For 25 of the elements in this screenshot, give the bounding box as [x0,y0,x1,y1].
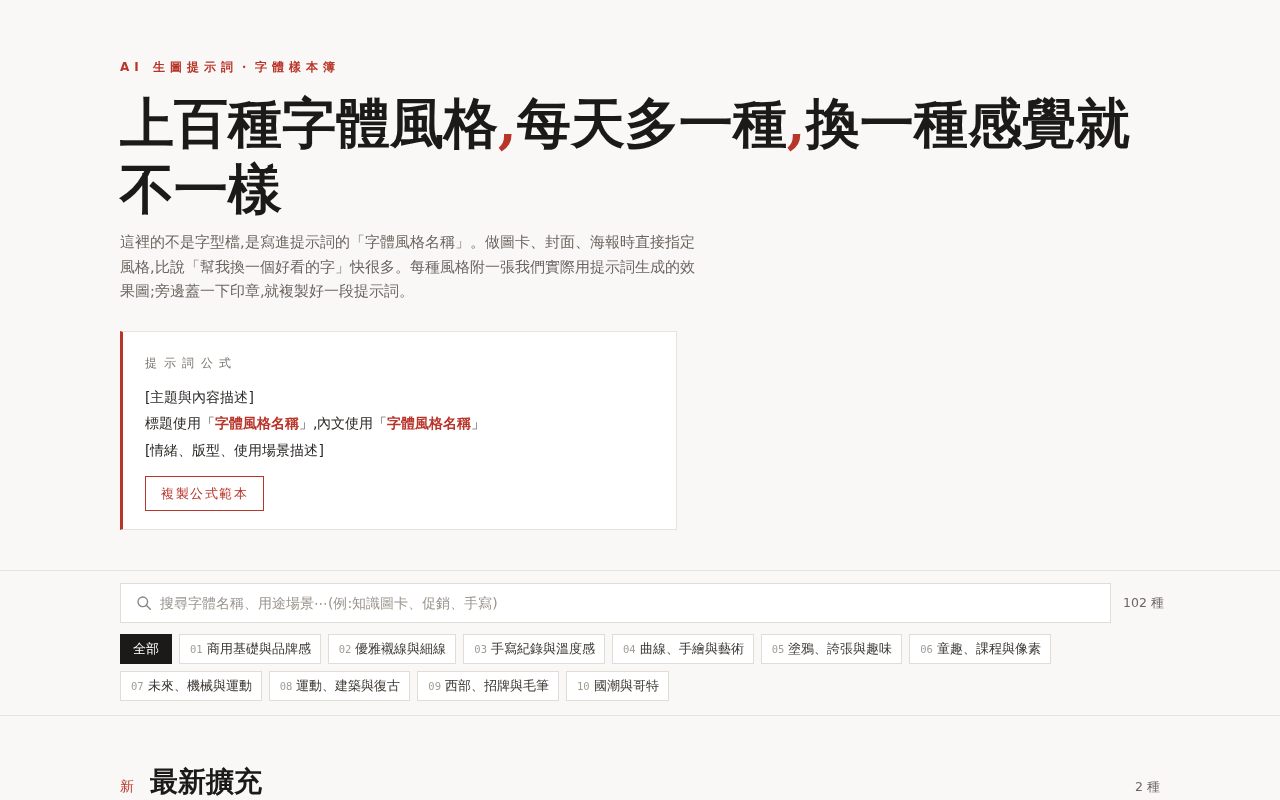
formula-line: [主題與內容描述] [145,387,254,407]
result-count: 102 種 [1123,594,1164,612]
copy-button[interactable]: 複製公式範本 [145,476,265,511]
filter-chip[interactable]: 10 國潮與哥特 [565,671,669,701]
formula-line: 標題使用「字體風格名稱」,內文使用「字體風格名稱」 [145,414,486,433]
filter-chip[interactable]: 07 未來、機械與運動 [120,671,262,701]
formula-line: [情緒、版型、使用場景描述] [145,440,324,460]
filter-chip[interactable]: 01 商用基礎與品牌感 [179,634,321,664]
card-label: 提示詞公式 [145,354,238,372]
search-icon [137,596,151,610]
intro-paragraph: 這裡的不是字型檔,是寫進提示詞的「字體風格名稱」。做圖卡、封面、海報時直接指定風格,比說「幫我換一個好看的字」快很多。每種風格附一張我們實際用提示詞生成的效果圖;旁邊蓋一下印章,就複製好一段提示詞。 [120,233,696,301]
eyebrow-text: AI 生圖提示詞・字體樣本簿 [120,59,341,76]
filter-chip[interactable]: 05 塗鴉、誇張與趣味 [760,634,903,664]
filter-chip[interactable]: 02 優雅襯線與細線 [327,634,457,664]
page-headline: 上百種字體風格,每天多一種,換一種感覺就不一樣 [120,90,1131,222]
filter-chip[interactable]: 全部 [120,634,172,664]
filter-chip[interactable]: 03 手寫紀錄與溫度感 [463,634,605,664]
filter-chip[interactable]: 04 曲線、手繪與藝術 [611,634,754,664]
section-title: 最新擴充 [150,764,262,800]
search-field[interactable]: 搜尋字體名稱、用途場景⋯(例:知識圖卡、促銷、手寫) [120,583,1111,623]
filter-chip[interactable]: 06 童趣、課程與像素 [909,634,1051,664]
filter-chip[interactable]: 09 西部、招牌與毛筆 [417,671,559,701]
new-label: 新 [120,778,134,796]
section-count: 2 種 [1135,779,1160,796]
filter-chip[interactable]: 08 運動、建築與復古 [268,671,411,701]
